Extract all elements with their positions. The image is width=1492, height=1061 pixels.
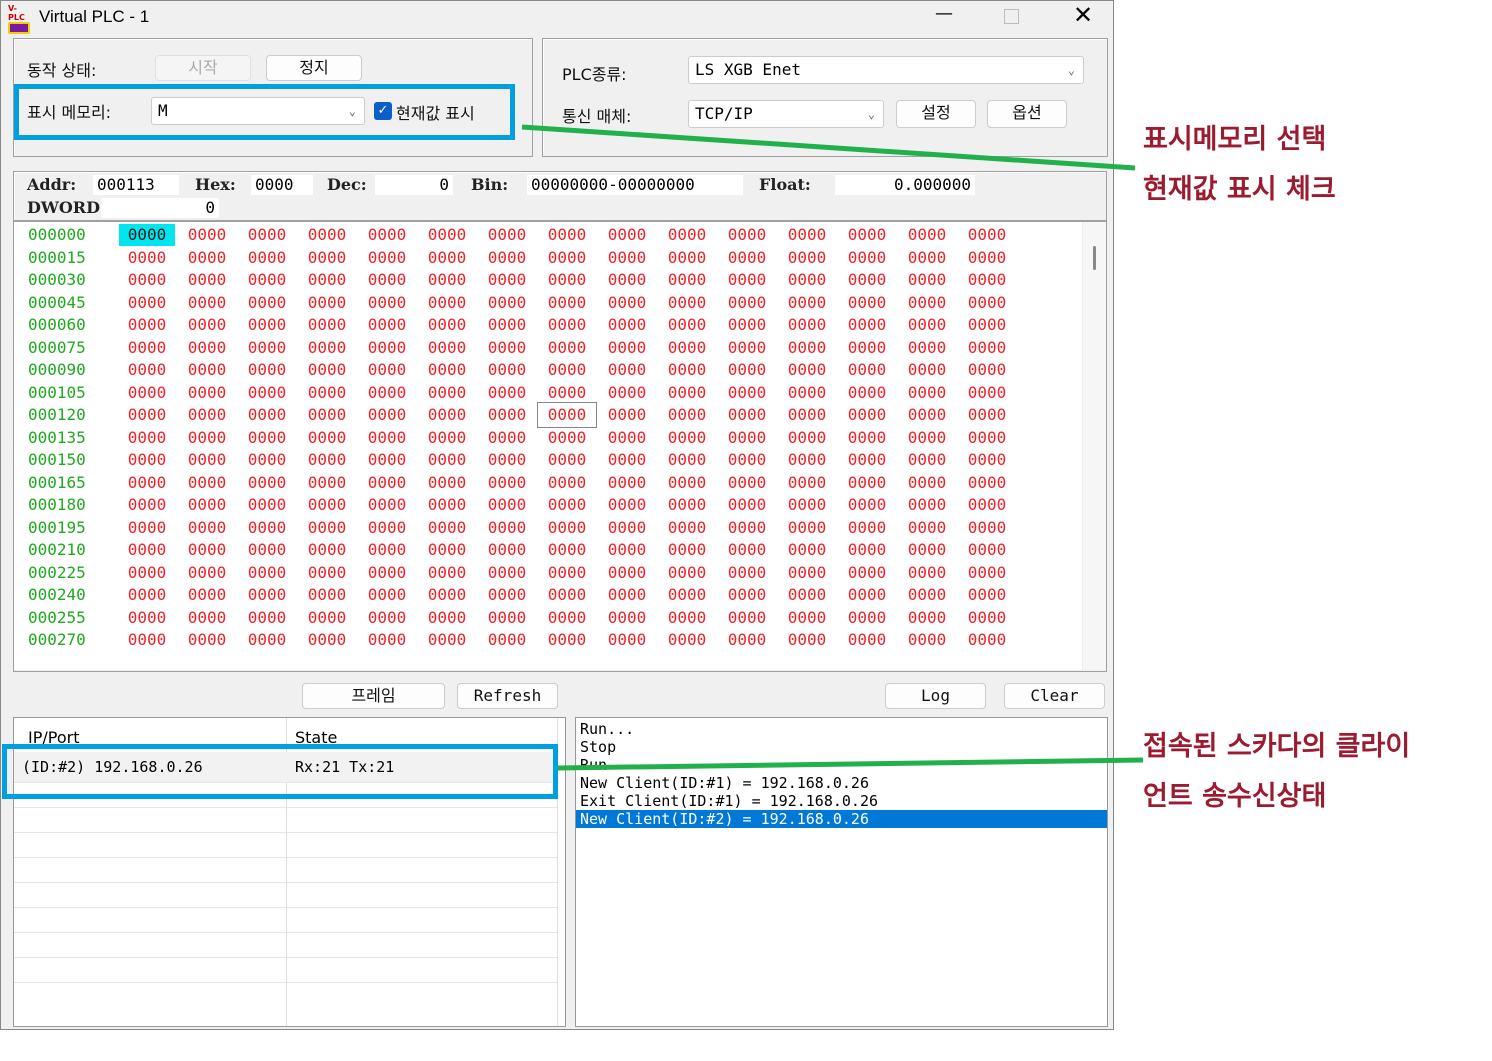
annotation-2-line-2: 언트 송수신상태 <box>1143 781 1327 812</box>
annotation-line-2 <box>557 757 1144 771</box>
annotation-line-1 <box>521 124 1136 171</box>
annotation-1-line-1: 표시메모리 선택 <box>1143 124 1327 155</box>
annotation-1-line-2: 현재값 표시 체크 <box>1143 174 1336 205</box>
annotation-lines <box>521 124 1144 771</box>
annotation-2-line-1: 접속된 스카다의 클라이 <box>1143 731 1411 762</box>
